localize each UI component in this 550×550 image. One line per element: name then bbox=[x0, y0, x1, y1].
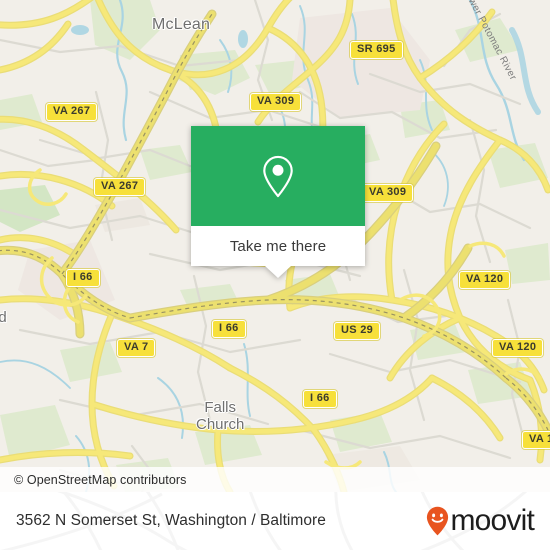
callout-pointer-tail bbox=[265, 266, 291, 278]
take-me-there-label: Take me there bbox=[229, 237, 327, 255]
address-text: 3562 N Somerset St, Washington / Baltimo… bbox=[16, 512, 326, 529]
take-me-there-button[interactable]: Take me there bbox=[191, 226, 365, 266]
moovit-smiley-pin-icon bbox=[427, 506, 449, 536]
map-attribution-bar: © OpenStreetMap contributors bbox=[0, 467, 550, 492]
footer-bar: 3562 N Somerset St, Washington / Baltimo… bbox=[0, 492, 550, 550]
location-callout-card: Take me there bbox=[191, 126, 365, 278]
moovit-map-screen: .rd { fill:none; stroke:#f6e879; stroke-… bbox=[0, 0, 550, 550]
map-pin-icon bbox=[263, 155, 293, 197]
moovit-wordmark: moovit bbox=[450, 504, 534, 537]
footer-content: 3562 N Somerset St, Washington / Baltimo… bbox=[0, 492, 550, 550]
moovit-logo[interactable]: moovit bbox=[426, 504, 535, 537]
callout-header bbox=[191, 126, 365, 226]
map-canvas[interactable]: .rd { fill:none; stroke:#f6e879; stroke-… bbox=[0, 0, 550, 492]
openstreetmap-attribution[interactable]: © OpenStreetMap contributors bbox=[0, 473, 187, 487]
